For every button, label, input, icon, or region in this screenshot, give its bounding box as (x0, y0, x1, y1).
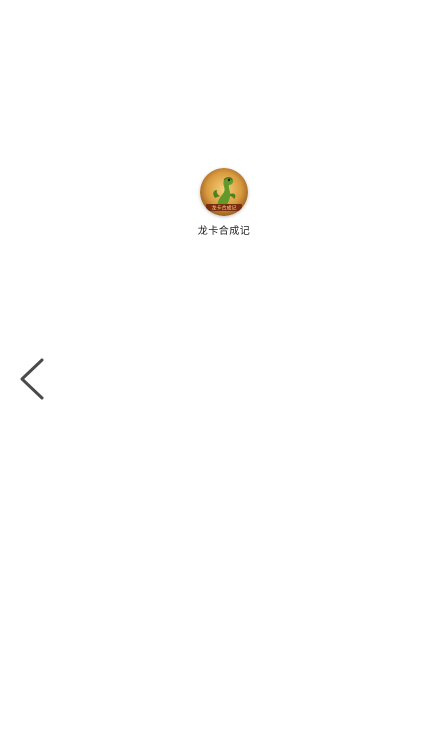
app-launch-screen: 龙卡合成记 龙卡合成记 (0, 0, 448, 753)
icon-banner-text: 龙卡合成记 (211, 205, 236, 212)
chevron-left-icon (18, 356, 46, 402)
app-splash: 龙卡合成记 龙卡合成记 (0, 168, 448, 237)
app-name-label: 龙卡合成记 (197, 226, 251, 237)
dragon-game-icon[interactable]: 龙卡合成记 (200, 168, 248, 216)
back-button[interactable] (16, 356, 50, 402)
